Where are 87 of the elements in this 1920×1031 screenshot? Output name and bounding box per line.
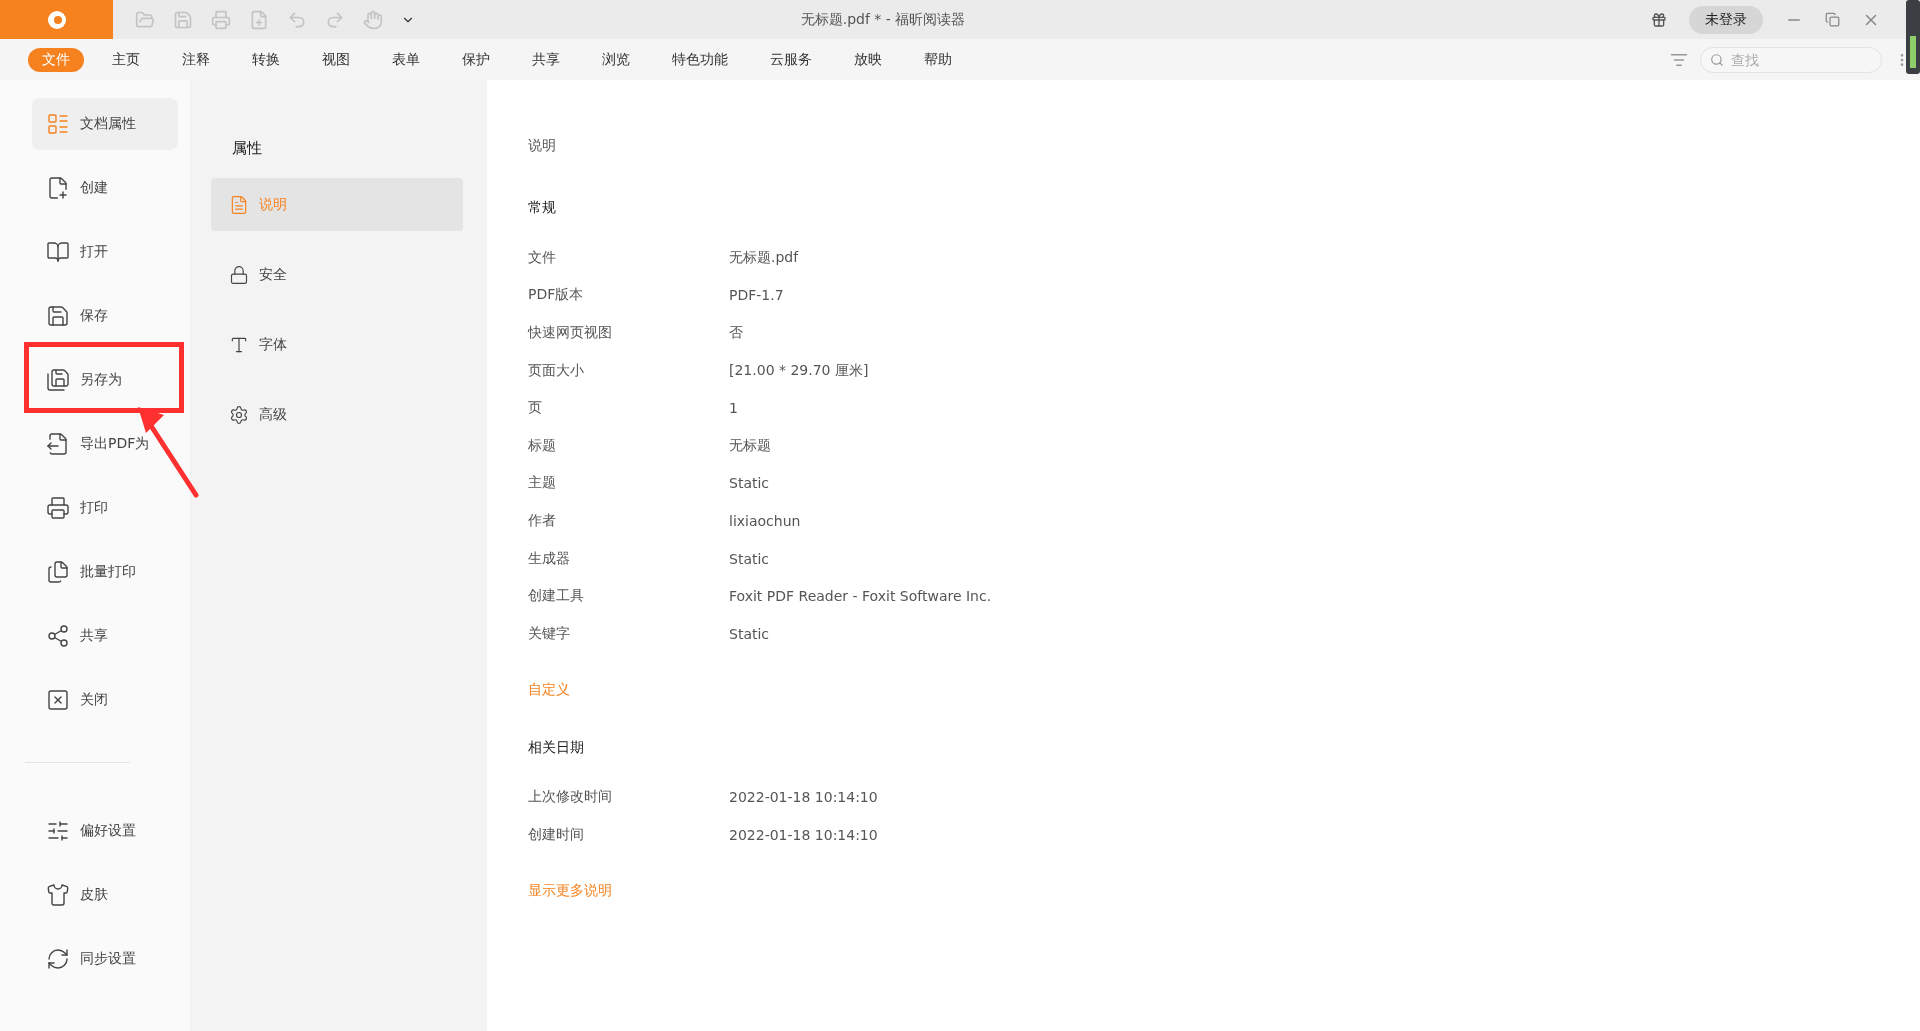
property-value: 1 bbox=[729, 400, 738, 417]
menu-tab[interactable]: 放映 bbox=[840, 47, 896, 72]
menu-tab[interactable]: 保护 bbox=[448, 47, 504, 72]
file-export-icon bbox=[46, 432, 70, 456]
document-icon bbox=[229, 194, 249, 215]
property-value: Static bbox=[729, 625, 770, 642]
book-icon bbox=[46, 240, 70, 264]
sidebar-item[interactable]: 共享 bbox=[32, 610, 178, 662]
property-label: 页 bbox=[528, 399, 543, 418]
printer-icon bbox=[46, 496, 70, 520]
files-icon bbox=[46, 560, 70, 584]
property-label: 主题 bbox=[528, 474, 557, 493]
property-value: Static bbox=[729, 550, 770, 567]
window-title: 无标题.pdf * - 福昕阅读器 bbox=[799, 10, 967, 29]
property-value: lixiaochun bbox=[729, 512, 801, 529]
group-heading: 相关日期 bbox=[528, 738, 585, 757]
property-label: 作者 bbox=[528, 511, 557, 530]
property-tab[interactable]: 高级 bbox=[211, 388, 463, 441]
property-value: 2022-01-18 10:14:10 bbox=[729, 826, 878, 843]
menu-tab[interactable]: 云服务 bbox=[756, 47, 826, 72]
app-logo[interactable] bbox=[0, 0, 113, 39]
menu-tab[interactable]: 视图 bbox=[308, 47, 364, 72]
property-label: 上次修改时间 bbox=[528, 788, 613, 807]
sidebar-item[interactable]: 偏好设置 bbox=[32, 805, 178, 857]
sidebar-item[interactable]: 同步设置 bbox=[32, 933, 178, 985]
group-heading: 常规 bbox=[528, 199, 557, 217]
property-label: 文件 bbox=[528, 248, 557, 267]
menu-tab[interactable]: 转换 bbox=[238, 47, 294, 72]
login-button[interactable]: 未登录 bbox=[1689, 5, 1763, 34]
sidebar-item[interactable]: 文档属性 bbox=[32, 98, 178, 150]
lock-icon bbox=[229, 264, 249, 285]
property-value: PDF-1.7 bbox=[729, 287, 784, 304]
menu-tab[interactable]: 注释 bbox=[168, 47, 224, 72]
floppy-disks-icon bbox=[46, 368, 70, 392]
property-label: 页面大小 bbox=[528, 361, 585, 380]
property-label: 创建工具 bbox=[528, 587, 585, 606]
menu-tab[interactable]: 主页 bbox=[98, 47, 154, 72]
property-value: 无标题.pdf bbox=[729, 248, 799, 267]
sidebar-item[interactable]: 打印 bbox=[32, 482, 178, 534]
property-value: 无标题 bbox=[729, 436, 771, 455]
sidebar-item[interactable]: 保存 bbox=[32, 290, 178, 342]
sliders-icon bbox=[46, 819, 70, 843]
close-icon bbox=[46, 688, 70, 712]
sidebar-item[interactable]: 关闭 bbox=[32, 674, 178, 726]
property-value: Static bbox=[729, 475, 770, 492]
property-label: PDF版本 bbox=[528, 286, 585, 305]
menu-tab[interactable]: 表单 bbox=[378, 47, 434, 72]
section-heading: 说明 bbox=[528, 137, 557, 155]
panel-title: 属性 bbox=[232, 139, 263, 158]
menu-tab[interactable]: 共享 bbox=[518, 47, 574, 72]
sidebar-item[interactable]: 皮肤 bbox=[32, 869, 178, 921]
sidebar-item[interactable]: 批量打印 bbox=[32, 546, 178, 598]
property-tab[interactable]: 字体 bbox=[211, 318, 463, 371]
property-value: 2022-01-18 10:14:10 bbox=[729, 789, 878, 806]
app-logo-icon bbox=[46, 9, 67, 30]
property-value: 否 bbox=[729, 324, 743, 342]
property-value: Foxit PDF Reader - Foxit Software Inc. bbox=[729, 588, 992, 605]
menu-tab[interactable]: 特色功能 bbox=[658, 47, 742, 72]
settings-icon bbox=[229, 404, 249, 425]
share-icon bbox=[46, 624, 70, 648]
property-label: 快速网页视图 bbox=[528, 324, 613, 342]
sync-icon bbox=[46, 947, 70, 971]
property-label: 关键字 bbox=[528, 624, 571, 643]
folder-icon[interactable] bbox=[135, 9, 155, 30]
sidebar-item[interactable]: 导出PDF为 bbox=[32, 418, 178, 470]
list-icon bbox=[46, 112, 70, 136]
property-label: 创建时间 bbox=[528, 825, 585, 844]
property-tab[interactable]: 安全 bbox=[211, 248, 463, 301]
printer-icon[interactable] bbox=[211, 9, 231, 30]
property-label: 标题 bbox=[528, 436, 557, 455]
sidebar-item[interactable]: 创建 bbox=[32, 162, 178, 214]
search-icon bbox=[1710, 52, 1724, 67]
sidebar-item[interactable]: 打开 bbox=[32, 226, 178, 278]
menu-tab[interactable]: 帮助 bbox=[910, 47, 966, 72]
file-plus-icon bbox=[46, 176, 70, 200]
property-label: 生成器 bbox=[528, 549, 571, 568]
shirt-icon bbox=[46, 883, 70, 907]
sidebar-item[interactable]: 另存为 bbox=[32, 354, 178, 406]
file-plus-icon[interactable] bbox=[249, 9, 269, 30]
redo-icon[interactable] bbox=[325, 9, 345, 30]
property-value: [21.00 * 29.70 厘米] bbox=[729, 361, 869, 380]
hand-icon[interactable] bbox=[363, 9, 383, 30]
menu-tab[interactable]: 浏览 bbox=[588, 47, 644, 72]
restore-icon[interactable] bbox=[1825, 12, 1840, 27]
gift-icon[interactable] bbox=[1651, 11, 1667, 28]
undo-icon[interactable] bbox=[287, 9, 307, 30]
search-field[interactable]: 查找 bbox=[1700, 46, 1882, 73]
